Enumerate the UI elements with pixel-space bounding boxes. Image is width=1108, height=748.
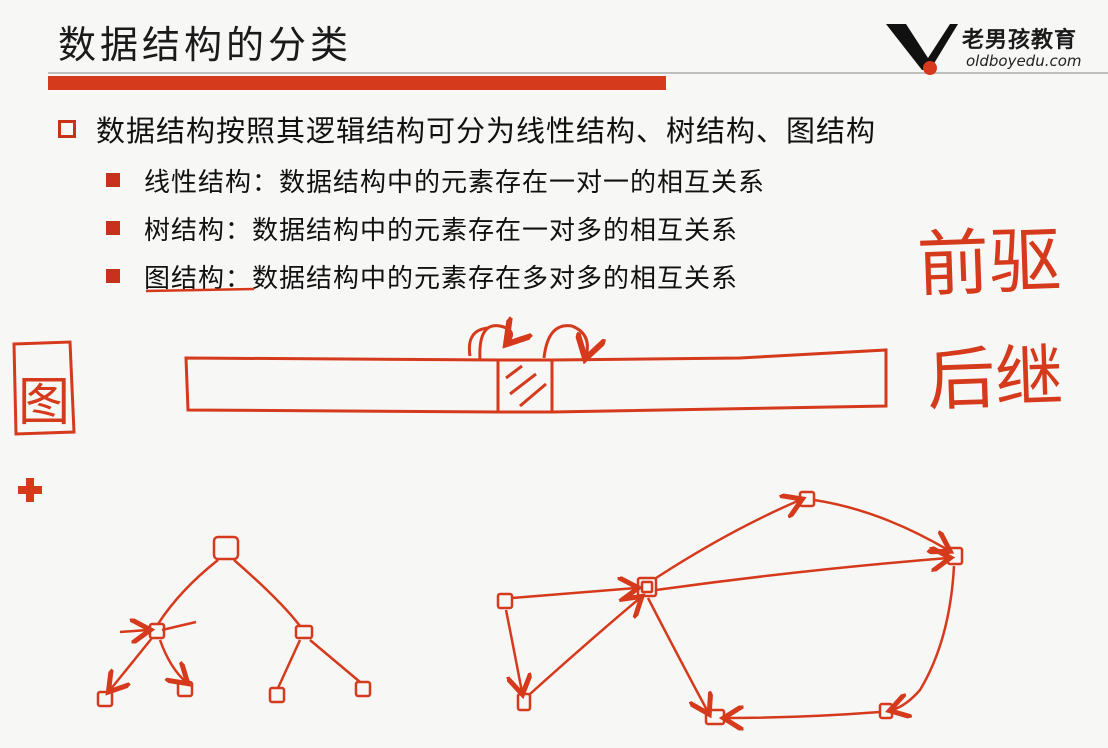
tree-diagram — [96, 535, 372, 708]
term-underline — [145, 287, 255, 293]
pointer-plus-icon — [18, 478, 42, 502]
handwriting-layer: 前驱 后继 图 — [12, 218, 1065, 748]
slide: 数据结构的分类 老男孩教育 oldboyedu.com 数据结构按照其逻辑结构可… — [0, 0, 1108, 748]
predecessor-label: 前驱 — [916, 218, 1063, 307]
graph-char: 图 — [18, 373, 70, 433]
graph-diagram — [496, 490, 964, 724]
successor-label: 后继 — [926, 337, 1065, 421]
graph-char-box: 图 — [12, 340, 76, 436]
linear-array-diagram — [184, 326, 888, 414]
